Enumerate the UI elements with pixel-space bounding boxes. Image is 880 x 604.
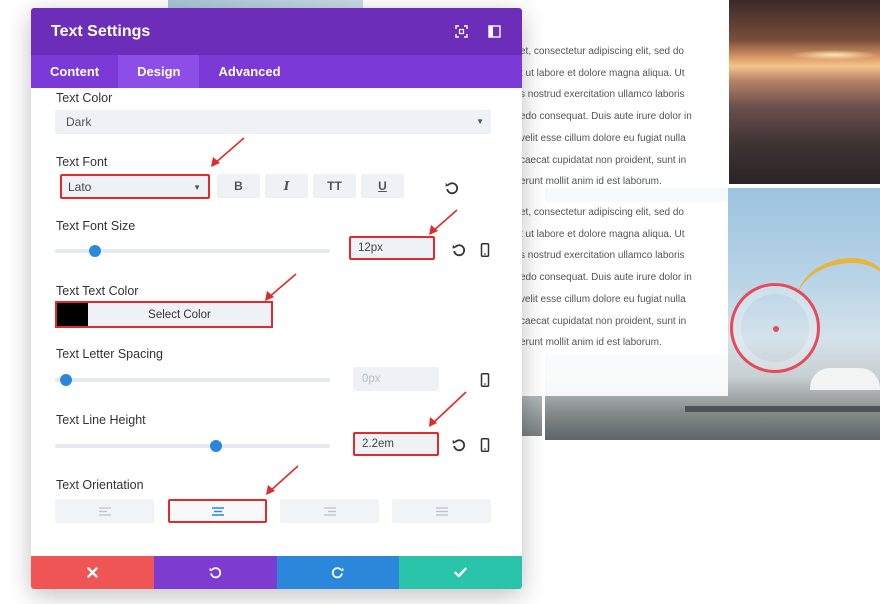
bg-text-line: t ut labore et dolore magna aliqua. Ut — [520, 228, 685, 240]
align-left-icon — [98, 506, 111, 516]
bg-text-line: et, consectetur adipiscing elit, sed do — [520, 46, 684, 57]
letter-spacing-input[interactable]: 0px — [353, 367, 439, 391]
align-justify-button[interactable] — [392, 499, 491, 523]
bg-text-line: caecat cupidatat non proident, sunt in — [520, 154, 687, 166]
bg-text-line: erunt mollit anim id est laborum. — [520, 337, 662, 349]
sunset-glow — [789, 50, 879, 60]
reset-icon[interactable] — [445, 181, 459, 195]
tab-advanced[interactable]: Advanced — [199, 55, 299, 88]
background-image-strip — [168, 0, 363, 8]
font-size-slider[interactable] — [55, 245, 330, 257]
letter-spacing-slider-handle[interactable] — [60, 374, 73, 386]
bg-text-line: t ut labore et dolore magna aliqua. Ut — [520, 67, 685, 79]
text-font-value: Lato — [68, 179, 92, 194]
redo-button[interactable] — [276, 556, 400, 589]
bg-text-line: caecat cupidatat non proident, sunt in — [520, 315, 687, 327]
text-settings-modal: Text Settings Content Design Advanced Te… — [31, 8, 522, 589]
color-swatch[interactable] — [57, 303, 88, 326]
underline-button[interactable]: U — [361, 174, 404, 198]
align-center-button[interactable] — [168, 499, 267, 523]
pier-deck — [685, 406, 880, 412]
bg-text-line: velit esse cillum dolore eu fugiat nulla — [520, 293, 686, 305]
tab-design[interactable]: Design — [118, 55, 200, 88]
uppercase-button[interactable]: TT — [313, 174, 356, 198]
text-color-label: Text Color — [56, 91, 113, 105]
modal-footer — [31, 556, 522, 589]
select-color-button[interactable]: Select Color — [88, 309, 271, 321]
bg-text-line: s nostrud exercitation ullamco laboris — [520, 89, 685, 101]
background-text-block-2: et, consectetur adipiscing elit, sed do … — [520, 202, 728, 354]
split-view-icon[interactable] — [488, 25, 501, 38]
text-line-height-label: Text Line Height — [56, 413, 146, 427]
font-size-slider-handle[interactable] — [89, 245, 102, 257]
cancel-button[interactable] — [31, 556, 154, 589]
mobile-device-icon[interactable] — [478, 373, 492, 387]
align-right-icon — [323, 506, 336, 516]
ferris-wheel — [730, 283, 820, 373]
tab-content[interactable]: Content — [31, 55, 118, 88]
save-button[interactable] — [399, 556, 522, 589]
small-photo — [520, 396, 542, 436]
modal-header: Text Settings — [31, 8, 522, 55]
background-text-block-1: et, consectetur adipiscing elit, sed do … — [520, 41, 728, 193]
italic-button[interactable]: I — [265, 174, 308, 198]
text-color-value: Dark — [66, 115, 92, 129]
align-justify-icon — [435, 506, 448, 516]
bg-text-line: et, consectetur adipiscing elit, sed do — [520, 207, 684, 218]
reset-icon[interactable] — [452, 438, 466, 452]
letter-spacing-slider[interactable] — [55, 374, 330, 386]
text-font-label: Text Font — [56, 155, 108, 169]
bg-text-line: edo consequat. Duis aute irure dolor in — [520, 272, 692, 284]
align-right-button[interactable] — [280, 499, 379, 523]
text-font-select[interactable]: Lato ▼ — [60, 174, 210, 199]
mobile-device-icon[interactable] — [478, 438, 492, 452]
line-height-slider[interactable] — [55, 440, 330, 452]
line-height-slider-handle[interactable] — [210, 440, 223, 452]
redo-icon — [332, 567, 344, 579]
bg-text-line: s nostrud exercitation ullamco laboris — [520, 250, 685, 262]
mobile-device-icon[interactable] — [478, 243, 492, 257]
tent-roof — [810, 368, 880, 390]
dropdown-caret-icon: ▼ — [476, 117, 484, 126]
modal-title: Text Settings — [51, 22, 151, 40]
text-color-picker[interactable]: Select Color — [55, 301, 273, 328]
text-font-size-label: Text Font Size — [56, 219, 136, 233]
checkmark-icon — [454, 567, 467, 578]
font-size-input[interactable]: 12px — [349, 236, 435, 260]
bg-text-line: edo consequat. Duis aute irure dolor in — [520, 111, 692, 123]
beach-photo — [729, 0, 880, 184]
close-icon — [87, 567, 98, 578]
text-letter-spacing-label: Text Letter Spacing — [56, 347, 164, 361]
expand-icon[interactable] — [455, 25, 468, 38]
align-center-icon — [211, 506, 224, 516]
text-orientation-label: Text Orientation — [56, 478, 144, 492]
line-height-input[interactable]: 2.2em — [353, 432, 439, 456]
text-text-color-label: Text Text Color — [56, 284, 139, 298]
reset-icon[interactable] — [452, 243, 466, 257]
tab-bar: Content Design Advanced — [31, 55, 522, 88]
align-left-button[interactable] — [55, 499, 154, 523]
text-color-select[interactable]: Dark ▼ — [55, 110, 491, 134]
bg-text-line: velit esse cillum dolore eu fugiat nulla — [520, 132, 686, 144]
undo-button[interactable] — [153, 556, 277, 589]
bold-button[interactable]: B — [217, 174, 260, 198]
modal-body: Text Color Dark ▼ Text Font Lato ▼ B I T… — [31, 88, 522, 556]
dropdown-caret-icon: ▼ — [193, 183, 201, 192]
undo-icon — [209, 567, 221, 579]
